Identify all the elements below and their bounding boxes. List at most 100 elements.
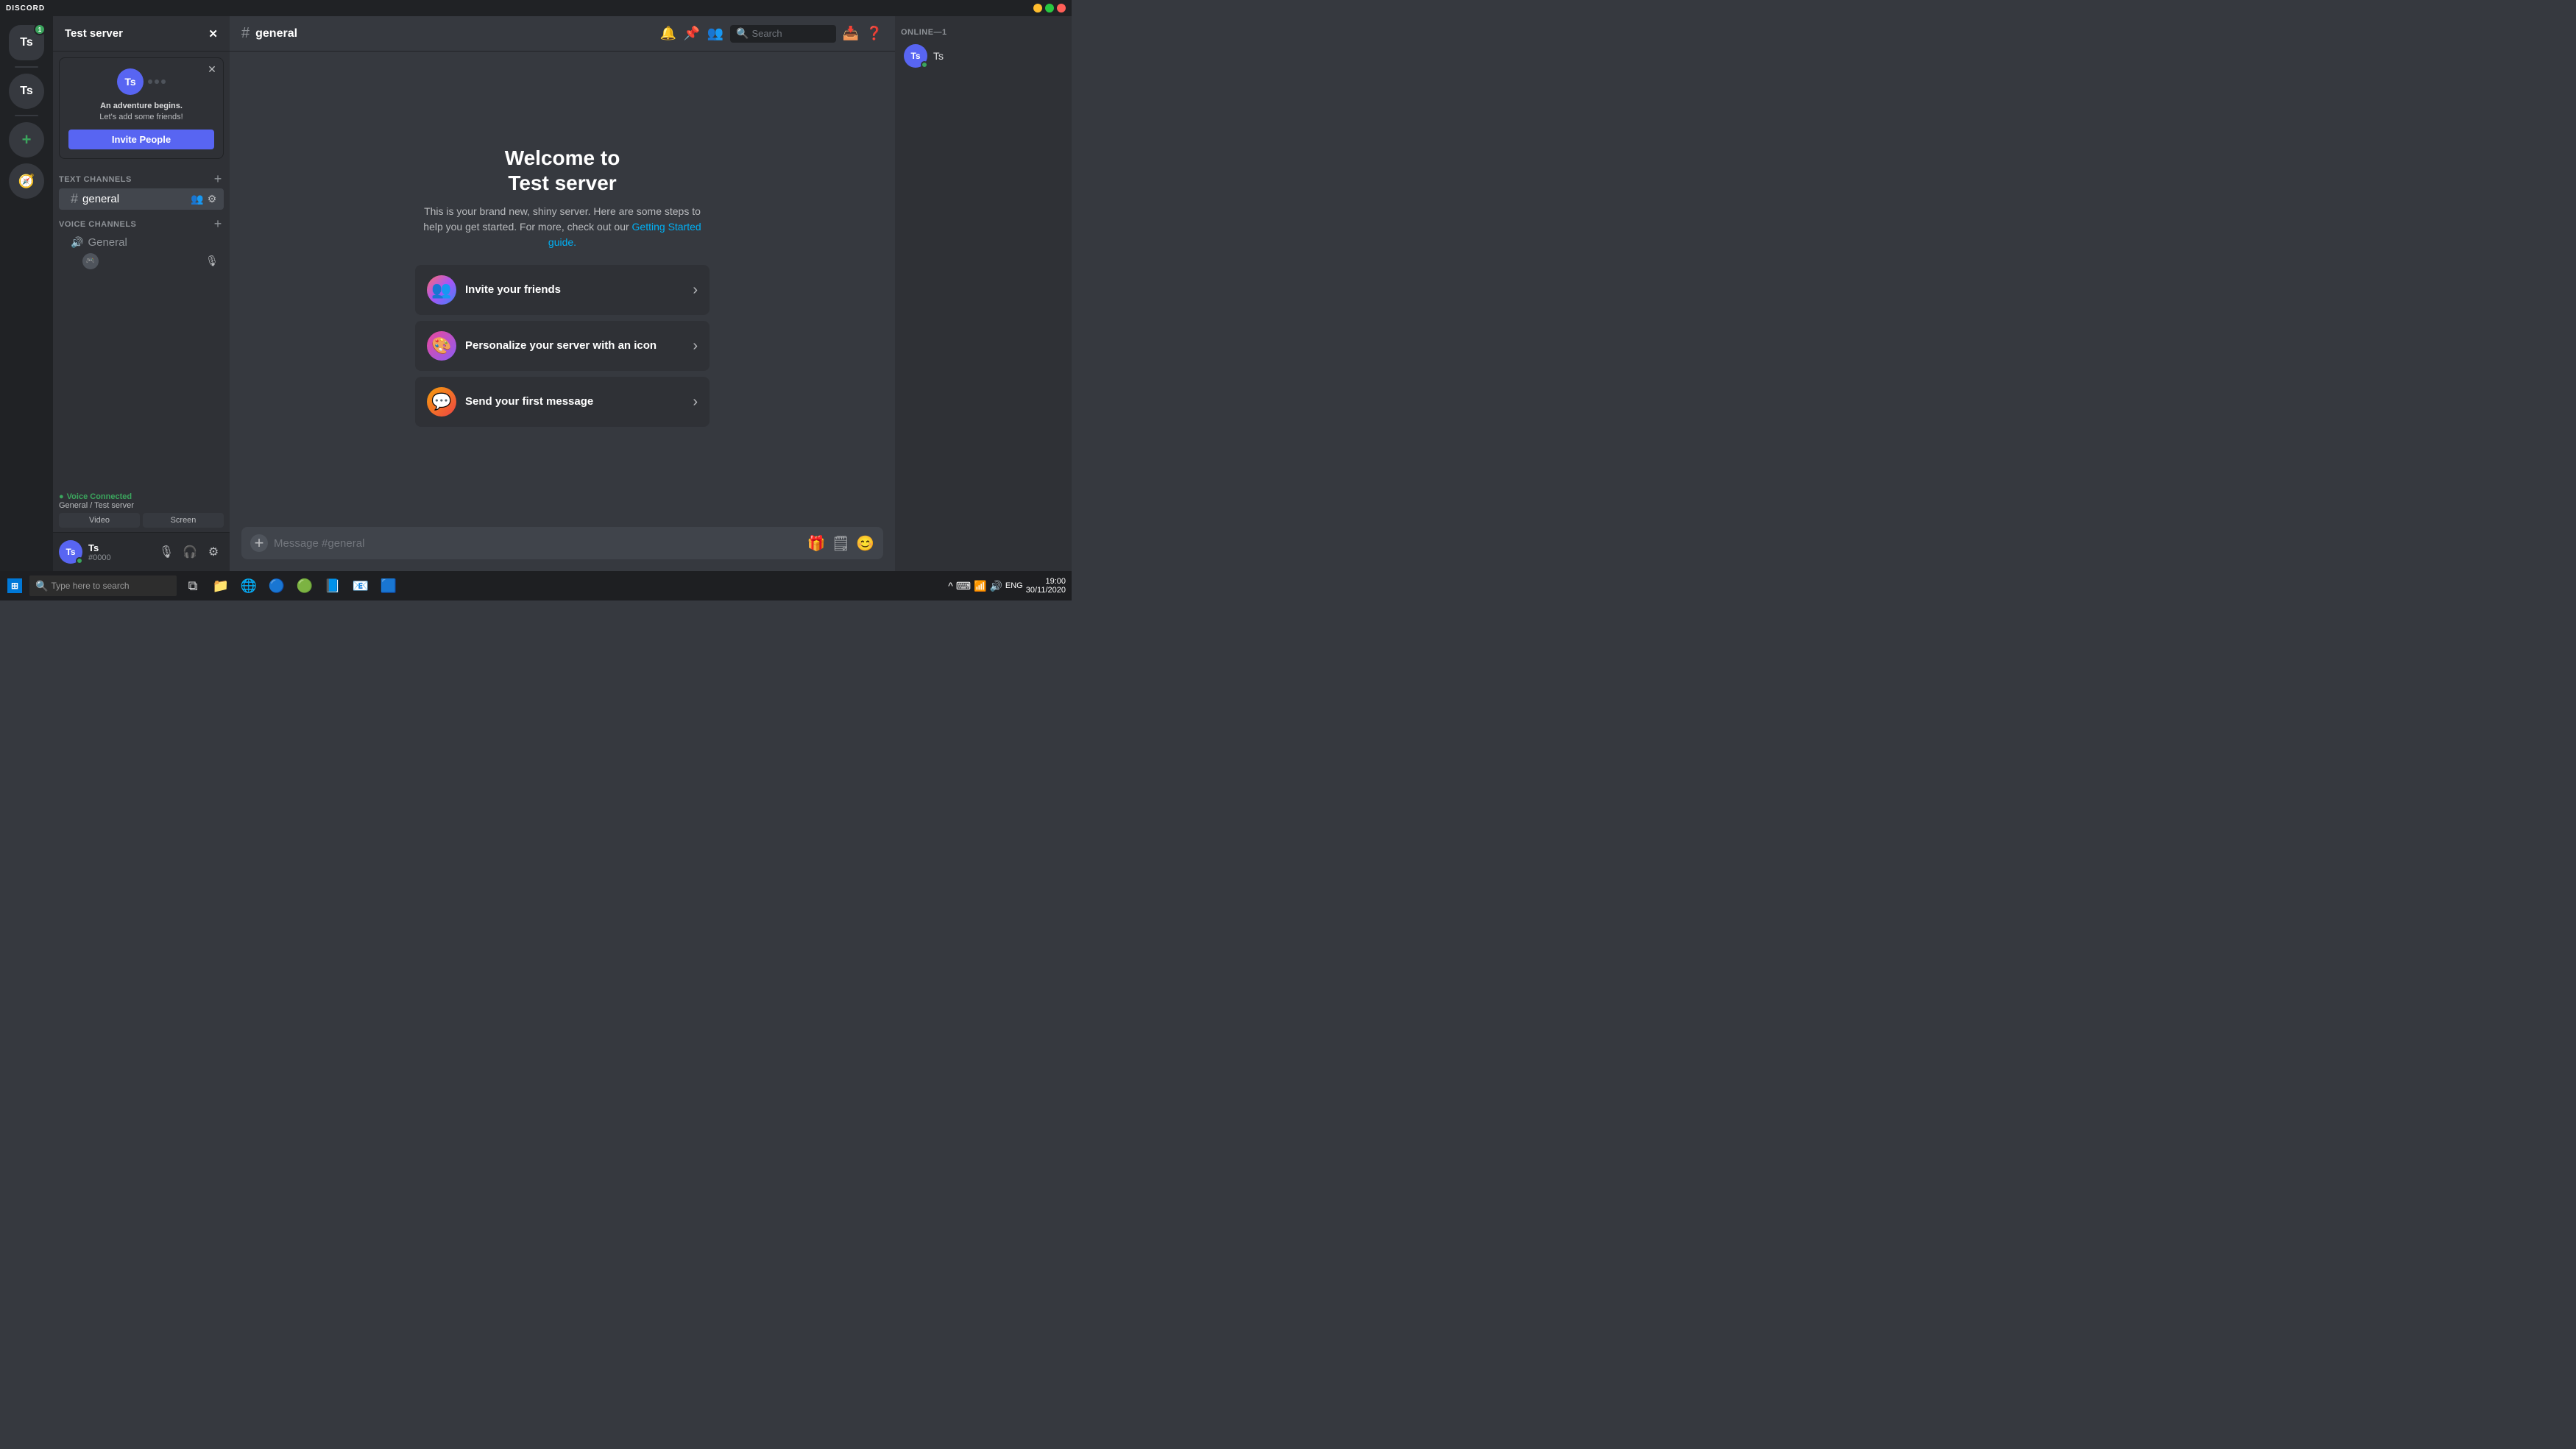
guild-sidebar: Ts 1 Ts + 🧭 [0, 16, 53, 571]
message-input-actions: 🎁 🗒 😊 [807, 534, 874, 553]
popup-avatar: Ts [117, 68, 144, 95]
invite-people-button[interactable]: Invite People [68, 130, 214, 149]
personalize-icon: 🎨 [427, 331, 456, 361]
channel-item-voice-general[interactable]: 🔊 General [59, 233, 224, 252]
mute-button[interactable]: 🎙 [156, 542, 177, 562]
avatar-dots [148, 79, 166, 84]
text-channels-category[interactable]: TEXT CHANNELS + [53, 171, 230, 188]
username: Ts [88, 542, 111, 553]
guild-separator [15, 66, 38, 68]
invite-popup-text: An adventure begins. Let's add some frie… [68, 101, 214, 124]
systray-up-arrow[interactable]: ^ [948, 580, 953, 592]
window-controls[interactable] [1033, 4, 1066, 13]
taskbar-search[interactable]: 🔍 Type here to search [29, 575, 177, 596]
user-status-indicator [76, 557, 83, 564]
keyboard-icon[interactable]: ⌨ [956, 580, 971, 592]
taskbar-app-extra[interactable]: 🟦 [375, 573, 402, 599]
online-user-item[interactable]: Ts Ts [898, 40, 1069, 72]
inbox-button[interactable]: 📥 [842, 25, 860, 43]
taskbar: ⊞ 🔍 Type here to search ⧉ 📁 🌐 🔵 🟢 📘 📧 🟦 [0, 571, 1072, 600]
message-input[interactable] [274, 537, 802, 550]
welcome-title-line1: Welcome to [505, 146, 620, 169]
add-text-channel-button[interactable]: + [212, 174, 224, 185]
welcome-description: This is your brand new, shiny server. He… [415, 204, 710, 250]
taskbar-app-sheets[interactable]: 🟢 [291, 573, 318, 599]
outlook-icon: 📧 [353, 578, 369, 594]
video-button[interactable]: Video [59, 513, 140, 528]
add-attachment-button[interactable]: + [250, 534, 268, 552]
member-list-button[interactable]: 👥 [707, 25, 724, 43]
pin-button[interactable]: 📌 [683, 25, 701, 43]
channel-header-right: 🔔 📌 👥 🔍 Search 📥 ❓ [659, 25, 883, 43]
online-members-header: ONLINE—1 [895, 16, 1072, 40]
voice-user-item[interactable]: 🎮 🎙 [59, 252, 224, 271]
search-icon: 🔍 [736, 27, 749, 40]
personalize-action-title: Personalize your server with an icon [465, 339, 684, 352]
taskbar-app-chrome[interactable]: 🔵 [263, 573, 290, 599]
server-header[interactable]: Test server ✕ [53, 16, 230, 52]
task-view-icon: ⧉ [188, 578, 198, 594]
explore-servers-button[interactable]: 🧭 [9, 163, 44, 199]
chrome-icon: 🔵 [269, 578, 285, 594]
voice-channels-category[interactable]: VOICE CHANNELS + [53, 216, 230, 233]
screen-share-button[interactable]: Screen [143, 513, 224, 528]
taskbar-search-placeholder: Type here to search [51, 581, 129, 591]
search-placeholder: Search [751, 28, 782, 39]
taskbar-app-outlook[interactable]: 📧 [347, 573, 374, 599]
guild-item-test-server[interactable]: Ts [9, 74, 44, 109]
deafen-button[interactable]: 🎧 [180, 542, 200, 562]
search-box[interactable]: 🔍 Search [730, 25, 836, 43]
emoji-button[interactable]: 😊 [856, 534, 874, 553]
messages-area: Welcome to Test server This is your bran… [230, 52, 895, 527]
close-button[interactable] [1057, 4, 1066, 13]
task-view-button[interactable]: ⧉ [180, 573, 206, 599]
volume-icon[interactable]: 🔊 [989, 580, 1002, 592]
taskbar-app-file-explorer[interactable]: 📁 [208, 573, 234, 599]
gif-button[interactable]: 🎁 [807, 534, 826, 553]
text-channel-icon: # [71, 191, 78, 207]
file-explorer-icon: 📁 [213, 578, 229, 594]
welcome-action-message[interactable]: 💬 Send your first message › [415, 377, 710, 427]
notification-bell-button[interactable]: 🔔 [659, 25, 677, 43]
main-content: # general 🔔 📌 👥 🔍 Search 📥 ❓ Welcome to [230, 16, 895, 571]
user-settings-button[interactable]: ⚙ [203, 542, 224, 562]
lang-label: ENG [1005, 581, 1023, 590]
send-message-icon: 💬 [427, 387, 456, 417]
add-voice-channel-button[interactable]: + [212, 219, 224, 230]
server-dropdown-icon: ✕ [208, 27, 218, 40]
channel-header-hash-icon: # [241, 25, 250, 42]
channel-item-general[interactable]: # general 👥 ⚙ [59, 188, 224, 210]
settings-button[interactable]: ⚙ [206, 193, 218, 205]
user-names: Ts #0000 [88, 542, 111, 562]
start-button[interactable]: ⊞ [3, 574, 26, 598]
help-button[interactable]: ❓ [866, 25, 883, 43]
voice-user-muted-icon: 🎙 [206, 255, 218, 267]
invite-popup-avatar-area: Ts [68, 67, 214, 96]
taskbar-clock: 19:00 30/11/2020 [1026, 577, 1066, 595]
voice-connected-banner: ● Voice Connected General / Test server … [53, 488, 230, 533]
voice-user-avatar: 🎮 [82, 253, 99, 269]
invite-popup-line1: An adventure begins. [68, 101, 214, 112]
dot-3 [161, 79, 166, 84]
add-member-button[interactable]: 👥 [191, 193, 203, 205]
voice-channels-label: VOICE CHANNELS [59, 220, 136, 229]
add-server-button[interactable]: + [9, 122, 44, 157]
network-icon[interactable]: 📶 [974, 580, 986, 592]
taskbar-app-word[interactable]: 📘 [319, 573, 346, 599]
clock-date: 30/11/2020 [1026, 586, 1066, 595]
personalize-chevron-icon: › [693, 338, 698, 355]
message-chevron-icon: › [693, 394, 698, 411]
guild-separator-2 [15, 115, 38, 116]
minimize-button[interactable] [1033, 4, 1042, 13]
taskbar-app-edge[interactable]: 🌐 [236, 573, 262, 599]
welcome-action-invite[interactable]: 👥 Invite your friends › [415, 265, 710, 315]
welcome-action-personalize[interactable]: 🎨 Personalize your server with an icon › [415, 321, 710, 371]
invite-action-title: Invite your friends [465, 283, 684, 296]
user-discriminator: #0000 [88, 553, 111, 562]
user-controls: 🎙 🎧 ⚙ [156, 542, 224, 562]
maximize-button[interactable] [1045, 4, 1054, 13]
online-user-name: Ts [933, 50, 944, 62]
guild-item-home[interactable]: Ts 1 [9, 25, 44, 60]
right-sidebar: ONLINE—1 Ts Ts [895, 16, 1072, 571]
sticker-button[interactable]: 🗒 [832, 534, 850, 553]
